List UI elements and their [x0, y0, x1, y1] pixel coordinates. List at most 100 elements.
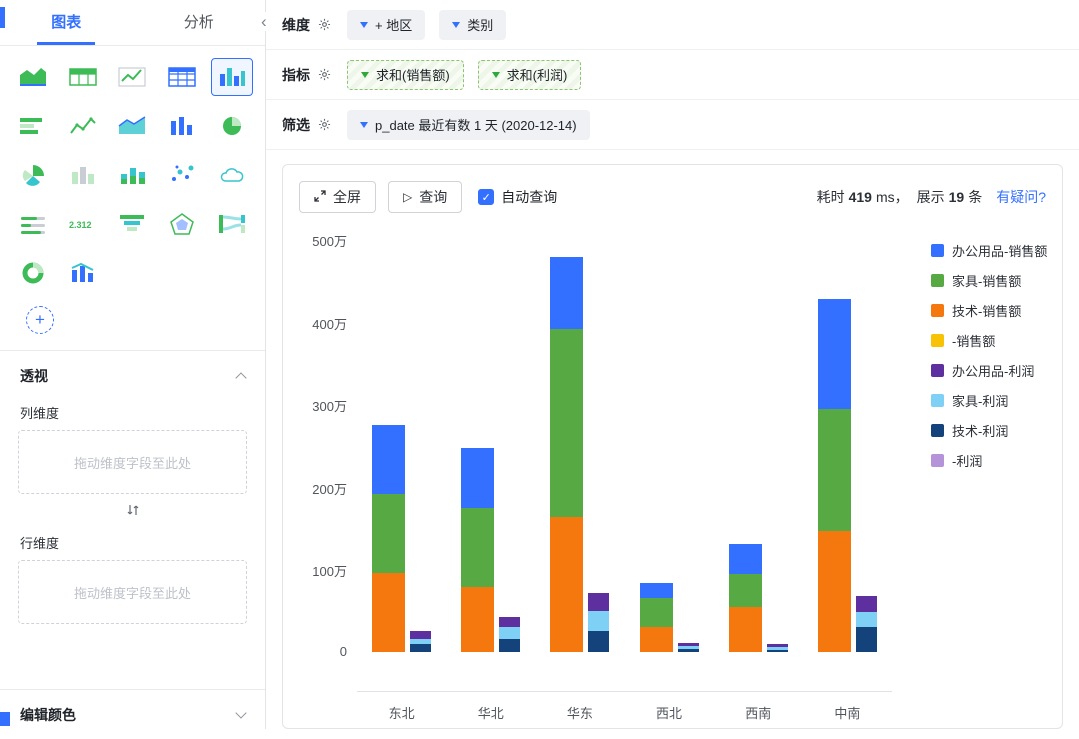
- dimension-chip-region[interactable]: + 地区: [347, 9, 426, 40]
- x-axis: 东北 华北 华东 西北 西南 中南: [357, 703, 892, 722]
- main-panel: 维度 + 地区 类别 指标 求和(销售额) 求和(利润) 筛选 p_date 最…: [266, 0, 1079, 729]
- charttype-scatter-plot-icon[interactable]: [161, 156, 203, 194]
- row-dimension-dropzone[interactable]: 拖动维度字段至此处: [18, 560, 247, 624]
- column-dimension-dropzone[interactable]: 拖动维度字段至此处: [18, 430, 247, 494]
- chip-label: 类别: [467, 18, 494, 33]
- bar-segment-家具-利润[interactable]: [588, 610, 610, 632]
- chevron-down-icon: [235, 707, 247, 719]
- legend-item--利润[interactable]: -利润: [931, 451, 1047, 470]
- bar-segment-技术-销售额[interactable]: [817, 531, 851, 652]
- bar-segment-办公用品-销售额[interactable]: [728, 543, 762, 574]
- legend-item-家具-利润[interactable]: 家具-利润: [931, 391, 1047, 410]
- fullscreen-icon: [314, 189, 326, 205]
- charttype-sankey-icon[interactable]: [211, 205, 253, 243]
- charttype-progress-bar-icon[interactable]: [12, 205, 54, 243]
- legend-item-技术-销售额[interactable]: 技术-销售额: [931, 301, 1047, 320]
- bar-segment-家具-销售额[interactable]: [461, 508, 495, 587]
- bar-segment-办公用品-销售额[interactable]: [461, 447, 495, 509]
- charttype-column-chart-icon[interactable]: [161, 107, 203, 145]
- bar-segment-技术-销售额[interactable]: [372, 572, 406, 652]
- metric-chip-profit-sum[interactable]: 求和(利润): [477, 59, 582, 90]
- bar-segment-办公用品-利润[interactable]: [410, 630, 432, 639]
- bar-segment-办公用品-销售额[interactable]: [817, 299, 851, 410]
- bar-segment-家具-利润[interactable]: [499, 627, 521, 639]
- collapse-sidebar-button[interactable]: ‹: [258, 12, 270, 31]
- bar-segment-技术-利润[interactable]: [588, 631, 610, 652]
- bar-segment-技术-销售额[interactable]: [550, 517, 584, 652]
- query-button[interactable]: ▷ 查询: [388, 181, 463, 213]
- charttype-pie-chart-icon[interactable]: [211, 107, 253, 145]
- charttype-combo-chart-icon[interactable]: [62, 254, 104, 292]
- bar-segment-技术-利润[interactable]: [410, 643, 432, 652]
- legend-swatch-icon: [931, 274, 944, 287]
- bar-segment-家具-销售额[interactable]: [817, 409, 851, 532]
- metric-label: 指标: [282, 66, 310, 83]
- legend-label: 家具-销售额: [952, 274, 1022, 289]
- bar-segment-技术-利润[interactable]: [766, 649, 788, 652]
- bar-segment-家具-销售额[interactable]: [550, 329, 584, 518]
- bar-group-西南: [728, 543, 788, 652]
- bar-segment-办公用品-利润[interactable]: [588, 593, 610, 611]
- bar-segment-技术-销售额[interactable]: [639, 627, 673, 652]
- bar-segment-技术-利润[interactable]: [855, 627, 877, 652]
- bar-segment-办公用品-销售额[interactable]: [372, 424, 406, 495]
- fullscreen-button[interactable]: 全屏: [299, 181, 376, 213]
- bar-segment-家具-利润[interactable]: [855, 612, 877, 628]
- charttype-line-chart-icon[interactable]: [62, 107, 104, 145]
- metric-settings-gear-icon[interactable]: [318, 68, 331, 81]
- legend-item--销售额[interactable]: -销售额: [931, 331, 1047, 350]
- tab-analysis[interactable]: 分析: [133, 0, 266, 45]
- pivot-section-header[interactable]: 透视: [0, 351, 265, 390]
- charttype-trend-table-icon[interactable]: [111, 58, 153, 96]
- charttype-data-table-icon[interactable]: [161, 58, 203, 96]
- shown-unit: 条: [968, 189, 983, 205]
- 销售额-bar: [372, 424, 406, 652]
- legend-item-办公用品-销售额[interactable]: 办公用品-销售额: [931, 241, 1047, 260]
- bar-segment-技术-销售额[interactable]: [461, 586, 495, 652]
- bar-segment-技术-销售额[interactable]: [728, 607, 762, 652]
- dimension-chip-category[interactable]: 类别: [439, 9, 507, 40]
- charttype-horizontal-bar-icon[interactable]: [12, 107, 54, 145]
- charttype-radar-icon[interactable]: [161, 205, 203, 243]
- charttype-donut-icon[interactable]: [12, 254, 54, 292]
- tab-charts[interactable]: 图表: [0, 0, 133, 45]
- charttype-area-chart-icon[interactable]: [12, 58, 54, 96]
- bar-segment-办公用品-销售额[interactable]: [639, 583, 673, 599]
- bar-segment-家具-销售额[interactable]: [728, 573, 762, 608]
- bar-segment-技术-利润[interactable]: [499, 638, 521, 652]
- dropdown-caret-icon: [491, 71, 500, 78]
- bar-segment-家具-销售额[interactable]: [372, 494, 406, 573]
- charttype-summary-table-icon[interactable]: [62, 58, 104, 96]
- charttype-area-line-icon[interactable]: [111, 107, 153, 145]
- bar-segment-技术-利润[interactable]: [677, 648, 699, 652]
- charttype-stacked-column-icon[interactable]: [111, 156, 153, 194]
- x-axis-line: [357, 691, 892, 692]
- bar-segment-办公用品-利润[interactable]: [855, 595, 877, 613]
- charttype-funnel-icon[interactable]: [111, 205, 153, 243]
- bar-segment-办公用品-销售额[interactable]: [550, 257, 584, 330]
- edit-color-header[interactable]: 编辑颜色: [0, 690, 265, 729]
- charttype-rose-chart-icon[interactable]: [12, 156, 54, 194]
- plot-area: 500万 400万 300万 200万 100万 0 东北 华北 华东 西北 西南 中南: [299, 234, 899, 739]
- legend-item-办公用品-利润[interactable]: 办公用品-利润: [931, 361, 1047, 380]
- dropdown-caret-icon: [361, 71, 369, 78]
- metric-chip-sales-sum[interactable]: 求和(销售额): [347, 59, 464, 90]
- bar-segment-办公用品-利润[interactable]: [499, 617, 521, 628]
- charttype-word-cloud-icon[interactable]: [211, 156, 253, 194]
- filter-settings-gear-icon[interactable]: [318, 118, 331, 131]
- filter-chip-pdate[interactable]: p_date 最近有数 1 天 (2020-12-14): [347, 109, 590, 140]
- elapsed-unit: ms，: [875, 189, 909, 205]
- charttype-map-3d-icon[interactable]: [62, 156, 104, 194]
- add-chart-type-button[interactable]: +: [26, 306, 54, 334]
- charttype-histogram-icon[interactable]: [211, 58, 254, 96]
- bar-segment-家具-销售额[interactable]: [639, 598, 673, 628]
- legend-item-家具-销售额[interactable]: 家具-销售额: [931, 271, 1047, 290]
- dimension-settings-gear-icon[interactable]: [318, 18, 331, 31]
- legend-swatch-icon: [931, 364, 944, 377]
- help-link[interactable]: 有疑问?: [996, 187, 1046, 207]
- charttype-metric-card-icon[interactable]: 2.312: [62, 205, 104, 243]
- legend-item-技术-利润[interactable]: 技术-利润: [931, 421, 1047, 440]
- chart-legend: 办公用品-销售额家具-销售额技术-销售额 -销售额办公用品-利润 家具-利润技术-利…: [931, 239, 1047, 470]
- swap-axes-icon[interactable]: [126, 503, 140, 520]
- auto-query-checkbox[interactable]: ✓: [478, 189, 495, 205]
